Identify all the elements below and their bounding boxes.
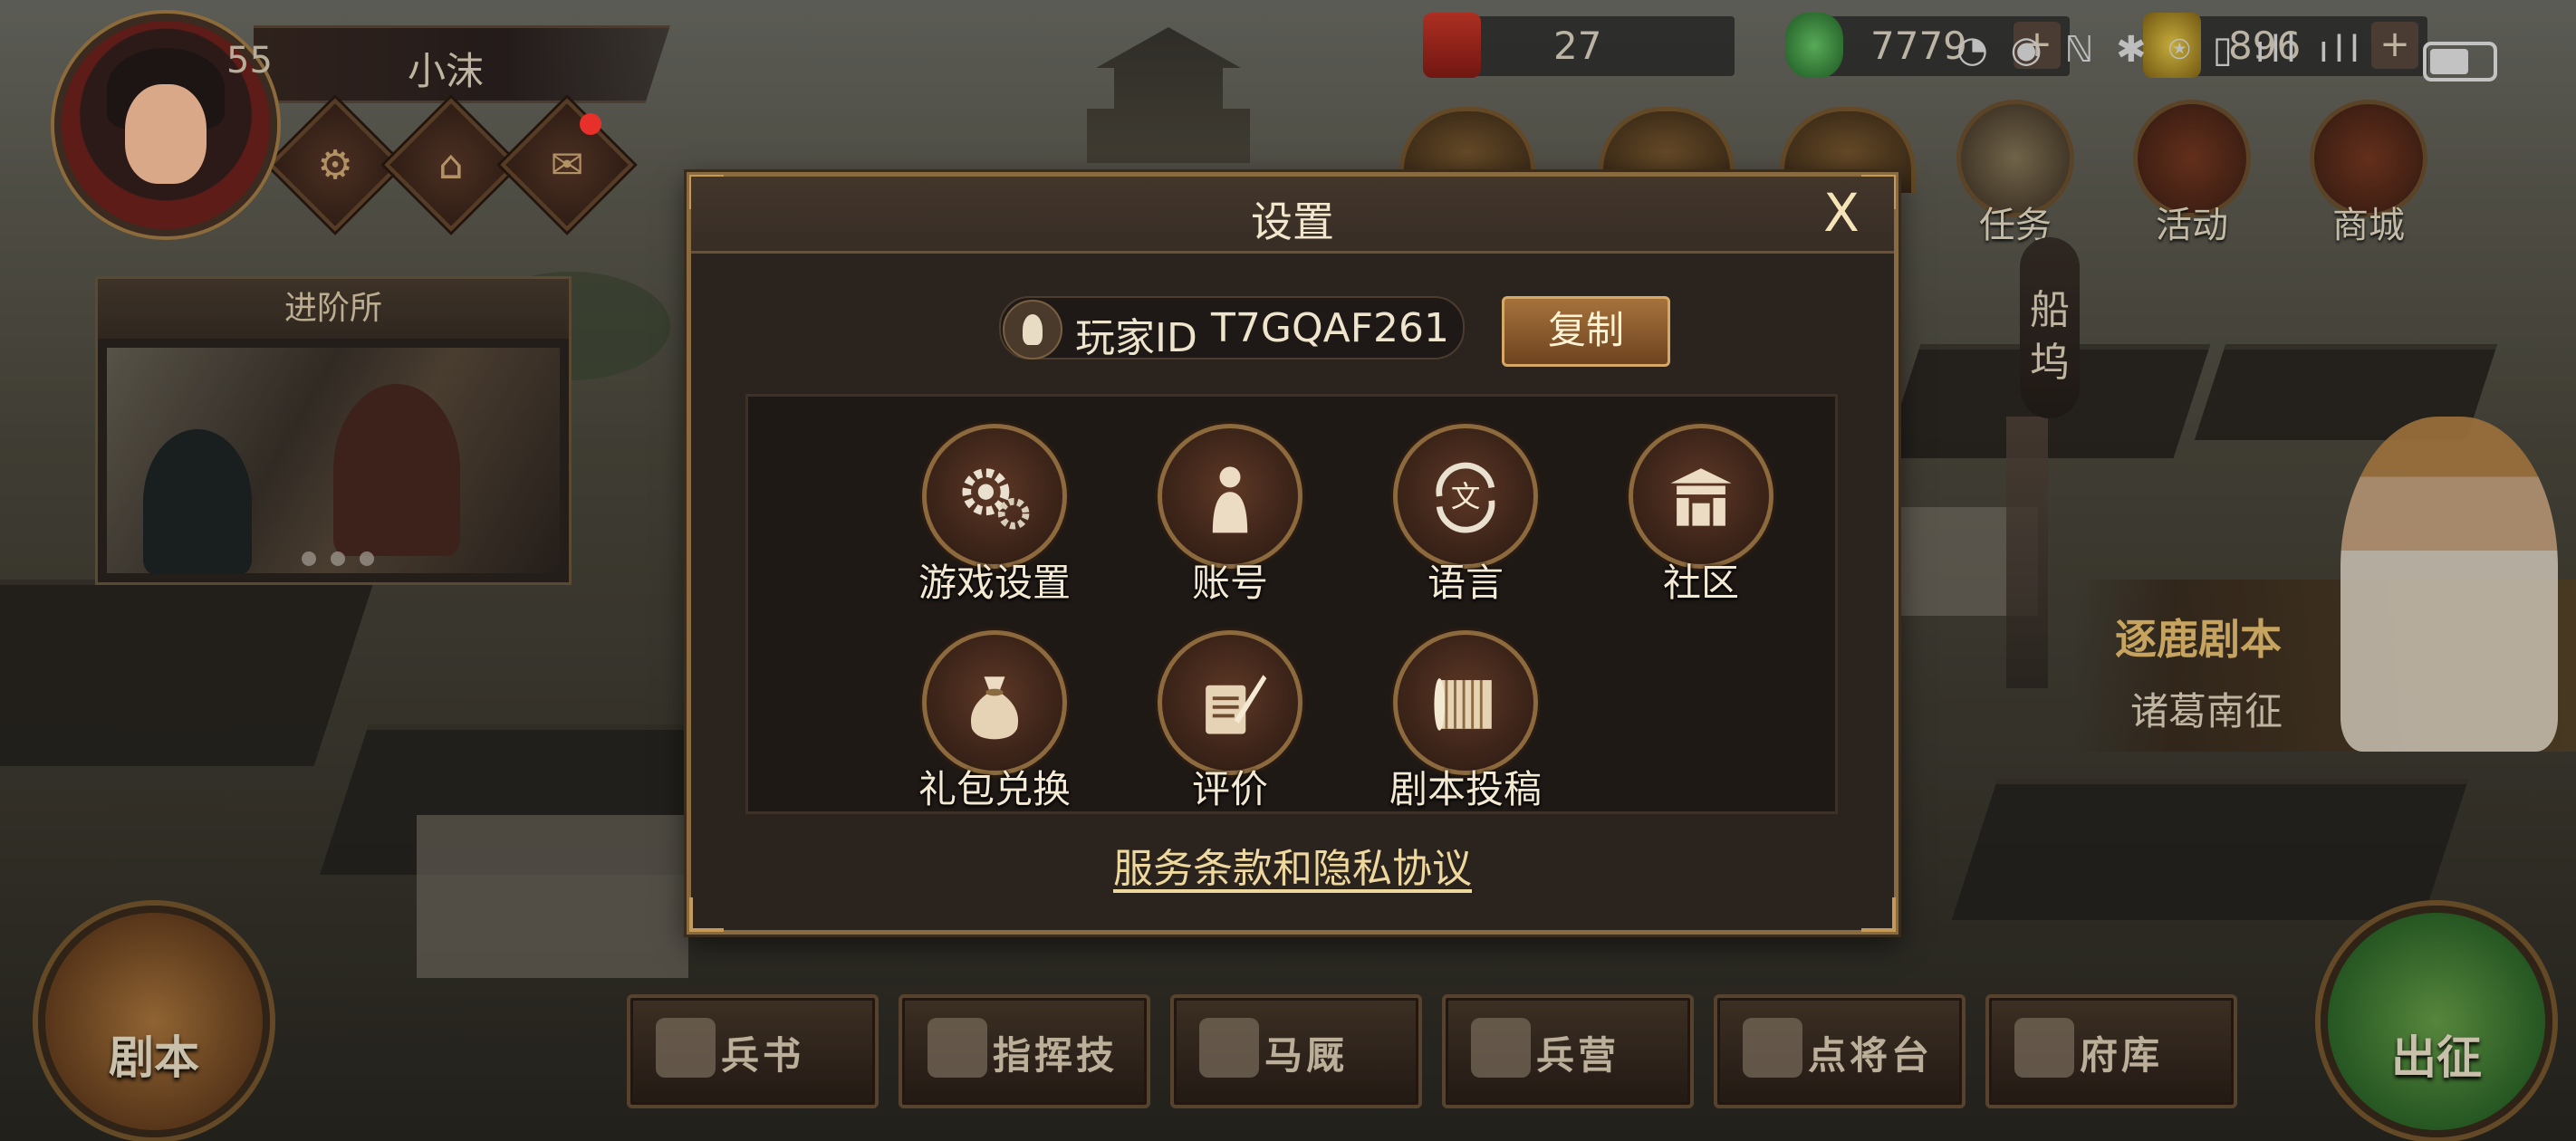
option-label: 账号 [1191,561,1268,605]
option-script-submit[interactable]: 剧本投稿 [1375,630,1556,814]
svg-text:文: 文 [1451,480,1481,514]
option-label: 评价 [1191,767,1268,811]
player-id-value: T7GQAF261 [1211,305,1449,351]
gears-icon [922,424,1067,569]
option-community[interactable]: 社区 [1610,424,1792,608]
dialog-header: 设置 X [691,177,1894,254]
settings-dialog: 设置 X 玩家ID T7GQAF261 复制 游戏设置 账号 文 语言 社区 礼… [687,172,1898,935]
copy-button[interactable]: 复制 [1502,296,1670,367]
player-id-icon [1003,300,1062,360]
community-gate-icon [1629,424,1773,569]
option-account[interactable]: 账号 [1139,424,1321,608]
option-label: 社区 [1662,561,1739,605]
terms-privacy-link[interactable]: 服务条款和隐私协议 [1113,846,1472,892]
option-label: 游戏设置 [918,561,1071,605]
close-button[interactable]: X [1814,184,1869,242]
language-icon: 文 [1393,424,1538,569]
option-label: 剧本投稿 [1389,767,1542,811]
option-label: 礼包兑换 [918,767,1071,811]
notification-dot [580,113,601,135]
option-game-settings[interactable]: 游戏设置 [904,424,1085,608]
gift-bag-icon [922,630,1067,775]
corner-ornament [689,897,724,932]
terms-row: 服务条款和隐私协议 [691,836,1894,894]
account-icon [1158,424,1302,569]
option-gift-redeem[interactable]: 礼包兑换 [904,630,1085,814]
player-id-row: 玩家ID T7GQAF261 [999,296,1465,361]
option-label: 语言 [1427,561,1504,605]
script-scroll-icon [1393,630,1538,775]
dialog-title: 设置 [1251,197,1334,246]
player-level: 55 [226,40,273,82]
option-review[interactable]: 评价 [1139,630,1321,814]
avatar-face [125,84,207,184]
review-quill-icon [1158,630,1302,775]
settings-options-grid: 游戏设置 账号 文 语言 社区 礼包兑换 评价 剧本投稿 [745,394,1838,814]
option-language[interactable]: 文 语言 [1375,424,1556,608]
corner-ornament [1861,897,1896,932]
player-id-label: 玩家ID [1075,315,1197,361]
